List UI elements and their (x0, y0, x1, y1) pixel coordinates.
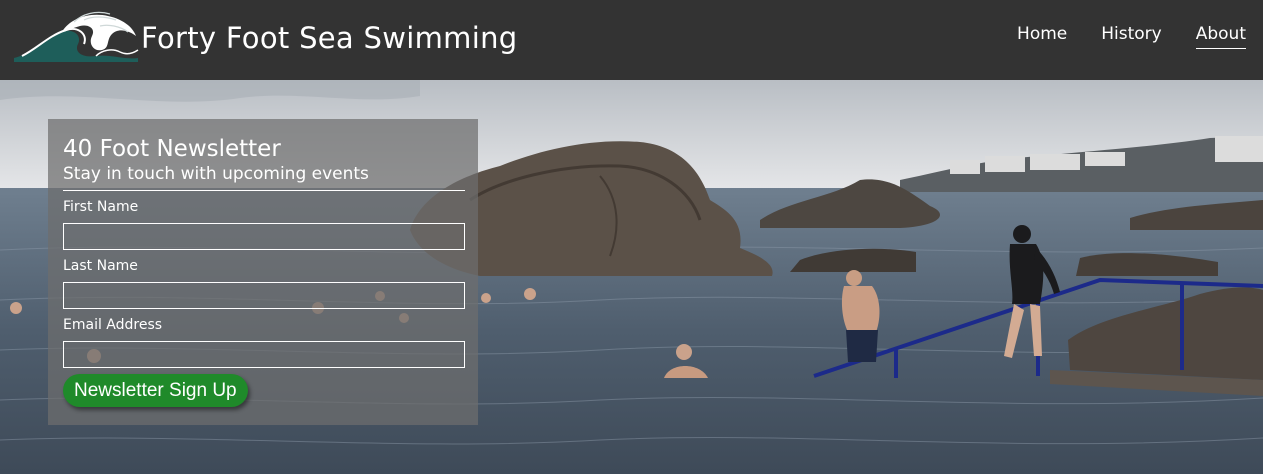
nav-home[interactable]: Home (1017, 24, 1067, 49)
email-label: Email Address (63, 317, 163, 333)
main-nav: Home History About (1017, 24, 1246, 49)
newsletter-subtitle: Stay in touch with upcoming events (63, 163, 465, 191)
newsletter-title: 40 Foot Newsletter (63, 136, 281, 162)
first-name-label: First Name (63, 199, 139, 215)
newsletter-panel: 40 Foot Newsletter Stay in touch with up… (48, 119, 478, 425)
last-name-label: Last Name (63, 258, 138, 274)
site-brand[interactable]: Forty Foot Sea Swimming (141, 21, 517, 55)
site-header: Forty Foot Sea Swimming Home History Abo… (0, 0, 1263, 80)
first-name-input[interactable] (63, 223, 465, 250)
nav-about[interactable]: About (1195, 24, 1246, 49)
wave-logo-icon[interactable] (12, 8, 140, 64)
last-name-input[interactable] (63, 282, 465, 309)
newsletter-signup-button[interactable]: Newsletter Sign Up (63, 374, 248, 407)
email-input[interactable] (63, 341, 465, 368)
nav-history[interactable]: History (1101, 24, 1161, 49)
